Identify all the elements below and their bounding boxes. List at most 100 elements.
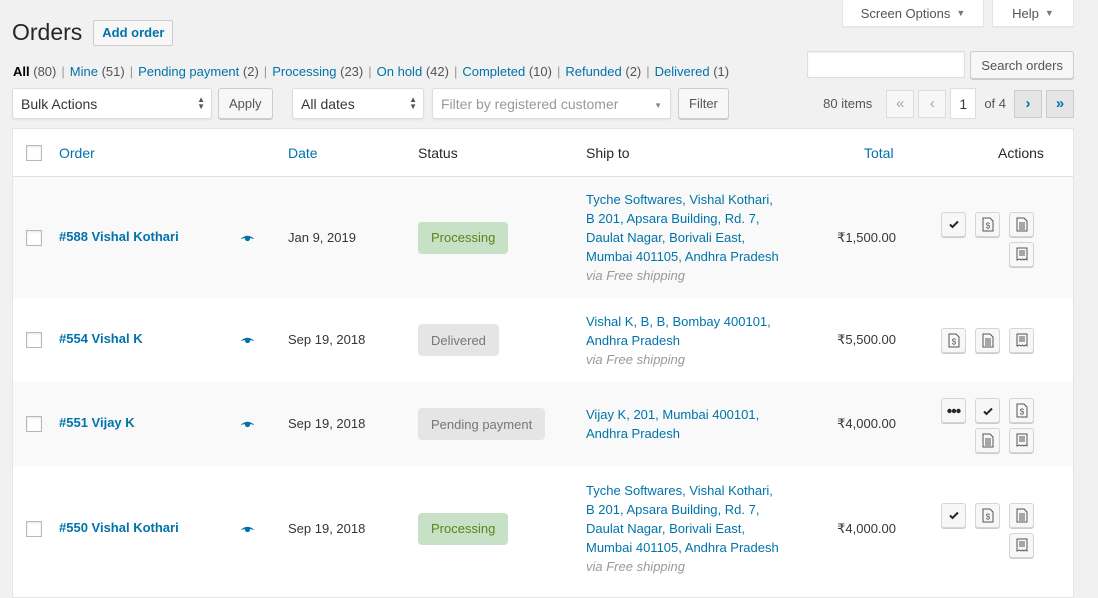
check-icon xyxy=(982,405,994,417)
view-processing[interactable]: Processing (23) xyxy=(272,64,363,79)
row-checkbox[interactable] xyxy=(26,520,42,537)
action-document-button[interactable] xyxy=(975,328,1000,353)
view-count: (42) xyxy=(425,64,449,79)
shipping-method: via Free shipping xyxy=(586,559,685,574)
action-document-button[interactable] xyxy=(1009,211,1034,237)
address-line: Mumbai 401105, Andhra Pradesh xyxy=(586,540,779,555)
customer-filter-select[interactable]: Filter by registered customer ▼ xyxy=(432,88,671,119)
action-receipt-button[interactable] xyxy=(1009,328,1034,353)
order-link[interactable]: #550 Vishal Kothari xyxy=(59,520,179,535)
action-receipt-button[interactable] xyxy=(1009,532,1034,558)
row-checkbox[interactable] xyxy=(26,416,42,432)
action-processing-button[interactable] xyxy=(941,398,966,423)
table-row[interactable]: #550 Vishal Kothari Sep 19, 2018 Processin… xyxy=(13,466,1073,591)
preview-eye-icon[interactable] xyxy=(240,232,255,247)
column-ship-to: Ship to xyxy=(586,145,630,161)
ship-to-address: Tyche Softwares, Vishal Kothari, B 201, A… xyxy=(586,481,779,576)
preview-eye-icon[interactable] xyxy=(240,523,255,538)
document-icon xyxy=(982,433,994,448)
check-icon xyxy=(948,509,960,521)
address-link[interactable]: Tyche Softwares, Vishal Kothari, B 201, A… xyxy=(586,481,779,557)
apply-button[interactable]: Apply xyxy=(218,88,273,119)
action-document-button[interactable] xyxy=(975,428,1000,453)
order-link[interactable]: #554 Vishal K xyxy=(59,331,143,346)
address-link[interactable]: Tyche Softwares, Vishal Kothari, B 201, A… xyxy=(586,190,779,266)
order-date: Sep 19, 2018 xyxy=(288,416,366,431)
last-page-button[interactable]: » xyxy=(1046,89,1074,118)
order-link[interactable]: #588 Vishal Kothari xyxy=(59,229,179,244)
screen-options-button[interactable]: Screen Options ▼ xyxy=(842,0,984,27)
svg-text:$: $ xyxy=(985,512,990,521)
invoice-dollar-icon: $ xyxy=(982,217,994,232)
view-separator: | xyxy=(61,64,65,79)
column-actions: Actions xyxy=(998,145,1044,161)
view-link[interactable]: Pending payment xyxy=(138,64,239,79)
action-complete-button[interactable] xyxy=(941,211,966,237)
action-receipt-button[interactable] xyxy=(1009,428,1034,453)
view-link[interactable]: Mine xyxy=(70,64,98,79)
view-separator: | xyxy=(646,64,650,79)
current-page-input[interactable]: 1 xyxy=(950,88,977,119)
view-link[interactable]: On hold xyxy=(377,64,423,79)
action-complete-button[interactable] xyxy=(975,398,1000,423)
view-count: (51) xyxy=(101,64,125,79)
column-date[interactable]: Date xyxy=(288,145,318,161)
view-completed[interactable]: Completed (10) xyxy=(462,64,552,79)
address-line: Andhra Pradesh xyxy=(586,426,680,441)
row-checkbox[interactable] xyxy=(26,229,42,246)
next-page-button[interactable]: › xyxy=(1014,89,1042,118)
select-all-checkbox[interactable] xyxy=(26,145,42,161)
search-orders-input[interactable] xyxy=(807,51,966,78)
filter-button[interactable]: Filter xyxy=(678,88,729,119)
action-invoice-button[interactable]: $ xyxy=(975,502,1000,528)
items-count: 80 items xyxy=(823,96,873,111)
dates-value: All dates xyxy=(301,95,355,112)
address-line: Andhra Pradesh xyxy=(586,332,680,348)
dates-filter-select[interactable]: All dates ▲ ▼ xyxy=(292,88,424,119)
total-pages: of 4 xyxy=(984,96,1006,111)
address-line: Vijay K, 201, Mumbai 400101, xyxy=(586,407,760,422)
view-link[interactable]: Completed xyxy=(462,64,525,79)
svg-text:$: $ xyxy=(985,221,990,230)
column-total[interactable]: Total xyxy=(864,145,894,161)
action-complete-button[interactable] xyxy=(941,502,966,528)
row-checkbox[interactable] xyxy=(26,332,42,348)
updown-arrows-icon: ▲ ▼ xyxy=(197,95,205,111)
help-button[interactable]: Help ▼ xyxy=(992,0,1074,27)
check-icon xyxy=(948,218,960,230)
view-mine[interactable]: Mine (51) xyxy=(70,64,125,79)
view-link[interactable]: Processing xyxy=(272,64,336,79)
table-row[interactable]: #551 Vijay K Sep 19, 2018 Pending payment V… xyxy=(13,382,1073,466)
address-line: Tyche Softwares, Vishal Kothari, xyxy=(586,483,773,498)
action-receipt-button[interactable] xyxy=(1009,241,1034,267)
bulk-actions-select[interactable]: Bulk Actions ▲ ▼ xyxy=(12,88,212,119)
view-refunded[interactable]: Refunded (2) xyxy=(565,64,641,79)
view-link[interactable]: Delivered xyxy=(655,64,710,79)
order-link[interactable]: #551 Vijay K xyxy=(59,415,135,430)
preview-eye-icon[interactable] xyxy=(240,334,255,349)
view-all[interactable]: All (80) xyxy=(13,64,56,79)
add-order-button[interactable]: Add order xyxy=(93,19,174,46)
view-link[interactable]: Refunded xyxy=(565,64,621,79)
ship-to-address: Tyche Softwares, Vishal Kothari, B 201, A… xyxy=(586,190,779,285)
view-link[interactable]: All xyxy=(13,64,30,79)
table-row[interactable]: #554 Vishal K Sep 19, 2018 Delivered Vishal… xyxy=(13,298,1073,382)
action-invoice-button[interactable]: $ xyxy=(975,211,1000,237)
preview-eye-icon[interactable] xyxy=(240,418,255,433)
view-on-hold[interactable]: On hold (42) xyxy=(377,64,449,79)
status-badge: Processing xyxy=(418,221,509,254)
action-document-button[interactable] xyxy=(1009,502,1034,528)
page-title: Orders xyxy=(12,19,83,45)
action-invoice-button[interactable]: $ xyxy=(941,328,966,353)
action-invoice-button[interactable]: $ xyxy=(1009,398,1034,423)
address-link[interactable]: Vishal K, B, B, Bombay 400101, Andhra Pra… xyxy=(586,312,771,350)
page-scrollbar[interactable] xyxy=(1074,0,1098,587)
view-pending-payment[interactable]: Pending payment (2) xyxy=(138,64,259,79)
search-orders-button[interactable]: Search orders xyxy=(970,51,1074,79)
address-link[interactable]: Vijay K, 201, Mumbai 400101, Andhra Prade… xyxy=(586,405,759,443)
order-date: Jan 9, 2019 xyxy=(288,229,356,245)
view-delivered[interactable]: Delivered (1) xyxy=(655,64,729,79)
column-order[interactable]: Order xyxy=(59,145,95,161)
view-separator: | xyxy=(263,64,268,79)
table-row[interactable]: #588 Vishal Kothari Jan 9, 2019 Processing… xyxy=(13,177,1073,298)
